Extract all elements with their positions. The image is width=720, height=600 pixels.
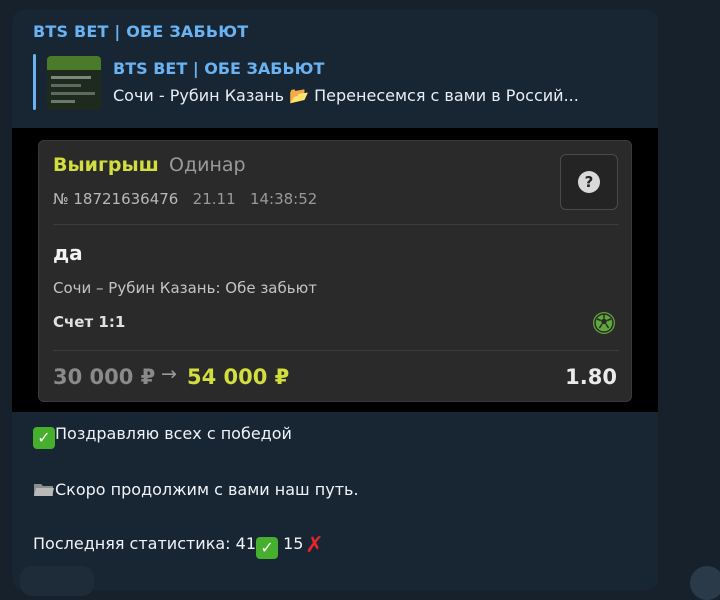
avatar[interactable] <box>690 566 720 600</box>
bet-type: Одинар <box>169 154 246 176</box>
bet-number: № 18721636476 <box>53 190 179 208</box>
cross-mark-icon: ✗ <box>305 533 324 558</box>
bet-odds: 1.80 <box>565 365 617 389</box>
reply-thumbnail <box>47 56 101 110</box>
reply-title: BTS BET | ОБЕ ЗАБЬЮТ <box>113 59 325 78</box>
stats-losses: 15 <box>283 534 304 553</box>
bet-screenshot-photo[interactable]: Выигрыш Одинар № 18721636476 21.11 14:38… <box>12 128 658 412</box>
reply-text: Сочи - Рубин Казань 📂 Перенесемся с вами… <box>113 86 579 105</box>
next-message-edge <box>20 566 94 596</box>
stats-text: Последняя статистика: 41 <box>33 534 257 553</box>
bet-payout: 54 000 ₽ <box>187 365 290 389</box>
stats-line: Последняя статистика: 41 ✓ 15✗ <box>33 534 325 559</box>
bet-status: Выигрыш <box>53 154 159 176</box>
continue-line: Скоро продолжим с вами наш путь. <box>33 480 359 499</box>
message-bubble: BTS BET | ОБЕ ЗАБЬЮТ BTS BET | ОБЕ ЗАБЬЮ… <box>12 10 658 590</box>
bet-stake: 30 000 ₽ <box>53 365 156 389</box>
soccer-ball-icon <box>593 312 615 334</box>
bet-date: 21.11 <box>192 190 236 208</box>
reply-accent-bar <box>33 54 36 110</box>
bet-event: Сочи – Рубин Казань: Обе забьют <box>53 279 317 297</box>
bet-time: 14:38:52 <box>249 190 318 208</box>
folder-icon <box>34 484 54 496</box>
congrats-text: Поздравляю всех с победой <box>55 424 292 443</box>
bet-slip-card: Выигрыш Одинар № 18721636476 21.11 14:38… <box>38 140 632 402</box>
bet-meta: № 18721636476 21.11 14:38:52 <box>53 190 317 208</box>
channel-name[interactable]: BTS BET | ОБЕ ЗАБЬЮТ <box>33 22 248 41</box>
bet-score: Счет 1:1 <box>53 313 126 331</box>
check-mark-icon: ✓ <box>33 427 55 449</box>
divider <box>53 350 619 351</box>
help-button[interactable]: ? <box>560 154 618 210</box>
divider <box>53 224 619 225</box>
arrow-icon: → <box>161 363 177 385</box>
reply-preview[interactable]: BTS BET | ОБЕ ЗАБЬЮТ Сочи - Рубин Казань… <box>33 54 643 114</box>
bet-pick: да <box>53 241 83 265</box>
congrats-line: ✓ Поздравляю всех с победой <box>33 424 292 449</box>
check-mark-icon: ✓ <box>256 537 279 559</box>
continue-text: Скоро продолжим с вами наш путь. <box>55 480 359 499</box>
help-icon: ? <box>578 171 600 193</box>
